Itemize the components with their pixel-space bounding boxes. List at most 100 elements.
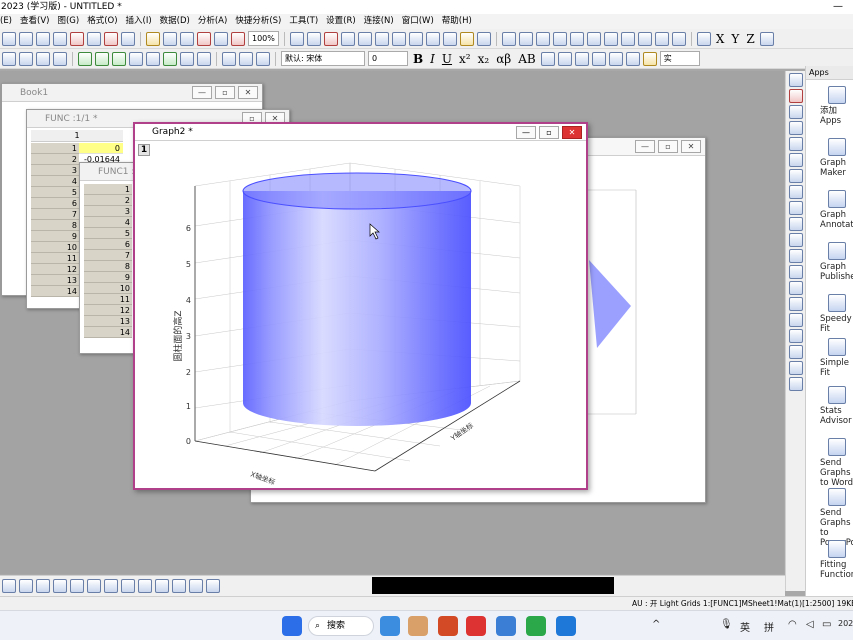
row-header[interactable]: 7 xyxy=(84,250,132,261)
column-header[interactable]: 1 xyxy=(31,130,123,142)
ime-language[interactable]: 英 xyxy=(740,619,750,634)
underline-button[interactable]: U xyxy=(440,52,454,66)
add-column-icon[interactable] xyxy=(476,31,491,46)
app-send-to-powerpoint[interactable]: Send Graphs to PowerPoint xyxy=(820,488,853,548)
data-reader-icon[interactable] xyxy=(788,121,803,135)
legend-tool-icon[interactable] xyxy=(788,281,803,295)
row-header[interactable]: 9 xyxy=(84,272,132,283)
message-log-icon[interactable] xyxy=(391,31,406,46)
copy-icon[interactable] xyxy=(239,51,253,66)
add-inset-icon[interactable] xyxy=(112,51,126,66)
set-values-icon[interactable] xyxy=(535,31,550,46)
add-xy-layer-icon[interactable] xyxy=(95,51,109,66)
menu-item[interactable]: 图(G) xyxy=(57,14,79,29)
scale-tool-icon[interactable] xyxy=(788,105,803,119)
row-header[interactable]: 3 xyxy=(84,206,132,217)
abc-sort-icon[interactable] xyxy=(620,31,635,46)
line-tool-icon[interactable] xyxy=(788,233,803,247)
script-window-icon[interactable] xyxy=(442,31,457,46)
microphone-icon[interactable]: 🎙 xyxy=(720,619,733,630)
set-y-button[interactable]: Y xyxy=(729,32,741,46)
filter-options-icon[interactable] xyxy=(671,31,686,46)
menu-item[interactable]: 窗口(W) xyxy=(402,14,434,29)
acrobat-app-icon[interactable] xyxy=(466,616,486,636)
menu-item[interactable]: 查看(V) xyxy=(20,14,49,29)
ime-mode[interactable]: 拼 xyxy=(764,619,774,634)
layer-icon[interactable] xyxy=(788,345,803,359)
rescale-y-icon[interactable] xyxy=(36,51,50,66)
row-header[interactable]: 1 xyxy=(84,184,132,195)
open-icon[interactable] xyxy=(146,31,160,46)
align-icon[interactable] xyxy=(540,51,555,66)
surface-plot-icon[interactable] xyxy=(138,579,152,593)
menu-item[interactable]: 分析(A) xyxy=(198,14,227,29)
menu-item[interactable]: 插入(I) xyxy=(126,14,152,29)
rectangle-tool-icon[interactable] xyxy=(788,217,803,231)
contour-plot-icon[interactable] xyxy=(121,579,135,593)
graph2-window[interactable]: Graph2 * — ▫ ✕ 1 0 1 2 3 4 5 6 圆柱面的高Z X轴… xyxy=(133,122,588,490)
3d-scatter-icon[interactable] xyxy=(172,579,186,593)
histogram-icon[interactable] xyxy=(603,31,618,46)
merge-graph-icon[interactable] xyxy=(129,51,143,66)
line-style-combo[interactable]: 实 xyxy=(659,51,700,66)
line-plot-icon[interactable] xyxy=(19,579,33,593)
graph2-title-bar[interactable]: Graph2 * — ▫ ✕ xyxy=(135,124,586,141)
pin-icon[interactable] xyxy=(53,51,67,66)
filter-icon[interactable] xyxy=(637,31,652,46)
arrow-tool-icon[interactable] xyxy=(788,201,803,215)
menu-item[interactable]: 工具(T) xyxy=(289,14,318,29)
row-header[interactable]: 13 xyxy=(31,275,79,286)
row-header[interactable]: 10 xyxy=(84,283,132,294)
column-plot-icon[interactable] xyxy=(36,579,50,593)
origin-app-icon[interactable] xyxy=(408,616,428,636)
app-fitting-function[interactable]: Fitting Function xyxy=(820,540,853,580)
taskbar-search[interactable]: ⌕ 搜索 xyxy=(308,616,374,636)
rescale-icon[interactable] xyxy=(2,51,16,66)
superscript-button[interactable]: x² xyxy=(457,52,473,66)
menu-item[interactable]: 连接(N) xyxy=(364,14,394,29)
new-notes-icon[interactable] xyxy=(121,31,135,46)
minimize-window-button[interactable]: — xyxy=(516,126,536,139)
row-header[interactable]: 8 xyxy=(84,261,132,272)
rotate-tool-icon[interactable] xyxy=(788,137,803,151)
layout-tool-icon[interactable] xyxy=(788,265,803,279)
battery-icon[interactable]: ▭ xyxy=(822,619,831,630)
row-header[interactable]: 14 xyxy=(31,286,79,297)
app-graph-publisher[interactable]: Graph Publisher xyxy=(820,242,853,282)
open-template-icon[interactable] xyxy=(163,31,177,46)
notes-app-icon[interactable] xyxy=(496,616,516,636)
duplicate-icon[interactable] xyxy=(340,31,355,46)
media-app-icon[interactable] xyxy=(556,616,576,636)
row-header[interactable]: 4 xyxy=(84,217,132,228)
row-header[interactable]: 9 xyxy=(31,231,79,242)
save-icon[interactable] xyxy=(180,31,194,46)
line-style-icon[interactable] xyxy=(591,51,606,66)
column-chart-icon[interactable] xyxy=(586,31,601,46)
app-send-to-word[interactable]: Send Graphs to Word xyxy=(820,438,853,488)
italic-button[interactable]: I xyxy=(428,52,437,66)
print-icon[interactable] xyxy=(289,31,304,46)
text-case-button[interactable]: AB xyxy=(516,52,537,66)
set-as-icon[interactable] xyxy=(696,31,711,46)
subscript-button[interactable]: x₂ xyxy=(476,52,492,66)
minimize-window-button[interactable]: — xyxy=(635,140,655,153)
zoom-combo[interactable]: 100% xyxy=(248,31,279,46)
wifi-icon[interactable]: ◠ xyxy=(788,619,797,630)
menu-item[interactable]: 格式(O) xyxy=(87,14,117,29)
row-header[interactable]: 6 xyxy=(84,239,132,250)
app-simple-fit[interactable]: Simple Fit xyxy=(820,338,853,378)
more-tools-icon[interactable] xyxy=(788,377,803,391)
save-template-icon[interactable] xyxy=(197,31,211,46)
menu-item[interactable]: 数据(D) xyxy=(160,14,190,29)
box-plot-icon[interactable] xyxy=(70,579,84,593)
extract-layer-icon[interactable] xyxy=(146,51,160,66)
add-layer-icon[interactable] xyxy=(78,51,92,66)
row-header[interactable]: 2 xyxy=(84,195,132,206)
pattern-icon[interactable] xyxy=(625,51,640,66)
app-add-apps[interactable]: 添加Apps xyxy=(820,86,853,126)
new-function-icon[interactable] xyxy=(87,31,101,46)
row-header[interactable]: 2 xyxy=(31,154,79,165)
task-view-icon[interactable] xyxy=(380,616,400,636)
code-builder-icon[interactable] xyxy=(408,31,423,46)
app-graph-maker[interactable]: Graph Maker xyxy=(820,138,853,178)
